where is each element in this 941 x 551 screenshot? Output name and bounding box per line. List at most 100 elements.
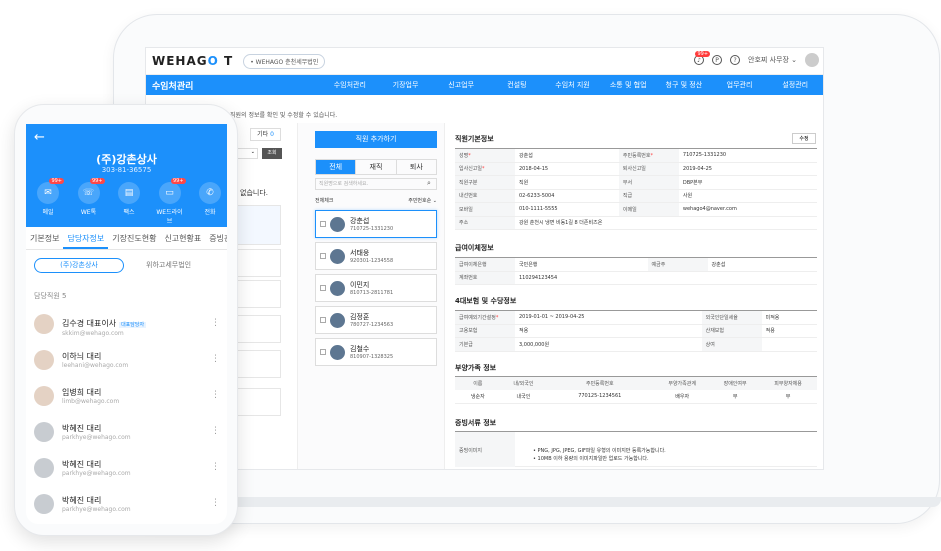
search-icon[interactable]: ⌕ — [427, 179, 431, 188]
add-staff-button[interactable]: 직원 추가하기 — [315, 131, 437, 148]
checkbox[interactable] — [320, 349, 326, 355]
tab-resigned[interactable]: 퇴사 — [397, 160, 436, 174]
field-label: 급여예외기간설정 — [455, 310, 515, 325]
staff-count: 담당직원 5 — [34, 292, 67, 300]
table-cell: 내국인 — [500, 389, 547, 404]
more-icon[interactable]: ⋮ — [211, 318, 220, 328]
tab-manager[interactable]: 담당자정보 — [63, 230, 109, 249]
contact-email: parkhye@wehago.com — [62, 470, 131, 477]
phone-top — [26, 124, 227, 136]
nav-item[interactable]: 소통 및 협업 — [600, 80, 656, 90]
field-label: 예금주 — [647, 257, 708, 272]
staff-rrn: 920301-1234558 — [350, 258, 394, 264]
field-value: 적용 — [515, 324, 702, 338]
field-value: 710725-1331230 — [678, 148, 817, 163]
field-label: 모바일 — [455, 202, 515, 217]
p-icon[interactable]: P — [712, 55, 723, 65]
checkbox[interactable] — [320, 285, 326, 291]
field-value: 국민은행 — [515, 257, 648, 272]
contact-email: parkhye@wehago.com — [62, 434, 131, 441]
tab-all[interactable]: 전체 — [316, 160, 357, 174]
phone-button[interactable]: ✆ 전화 — [196, 182, 224, 225]
staff-photo — [330, 312, 345, 328]
fax-button[interactable]: ▤ 팩스 — [115, 182, 143, 225]
nav-item[interactable]: 수임처 지원 — [545, 80, 601, 90]
bell-icon[interactable]: ♪ 99+ — [694, 51, 711, 65]
staff-item[interactable]: 이민지 810713-2811781 — [315, 274, 437, 302]
help-icon[interactable]: ? — [730, 55, 741, 65]
staff-item[interactable]: 김정훈 780727-1234563 — [315, 306, 437, 334]
phone-screen: ← (주)강촌상사 303-81-36575 ✉ 99+ 메일 ☏ 99+ WE톡 ▤ 팩… — [26, 124, 227, 524]
company-selector[interactable]: • WEHAGO 춘천세무법인 — [243, 53, 326, 69]
tab-evidence[interactable]: 증빙관 — [205, 230, 227, 249]
contact-row[interactable]: 김수경 대표이사 대표담당자 skkim@wehago.com ⋮ — [34, 306, 220, 342]
sort-select[interactable]: 주민번호순 ⌄ — [408, 197, 437, 204]
tab-progress[interactable]: 기장진도현황 — [108, 230, 160, 249]
field-value: 적용 — [761, 324, 817, 338]
contact-name: 박혜진 대리 — [62, 424, 102, 433]
doc-note: • 10MB 이하 용량의 이미지파일만 업로드 가능합니다. — [533, 456, 649, 462]
contact-row[interactable]: 박혜진 대리 parkhye@wehago.com ⋮ — [34, 486, 220, 522]
we-talk-button[interactable]: ☏ 99+ WE톡 — [75, 178, 105, 225]
nav-item[interactable]: 기장업무 — [378, 80, 434, 90]
user-name[interactable]: 안호찌 사무장 ⌄ — [748, 55, 797, 65]
staff-item[interactable]: 서태웅 920301-1234558 — [315, 242, 437, 270]
nav-item[interactable]: 설정관리 — [767, 80, 823, 90]
contact-email: parkhye@wehago.com — [62, 506, 131, 513]
contact-row[interactable]: 박혜진 대리 parkhye@wehago.com ⋮ — [34, 450, 220, 486]
mail-button[interactable]: ✉ 99+ 메일 — [34, 178, 64, 225]
staff-item[interactable]: 김철수 810907-1328325 — [315, 338, 437, 366]
staff-item[interactable]: 강춘섭 710725-1331230 — [315, 210, 437, 238]
nav-item[interactable]: 수임처관리 — [322, 80, 378, 90]
list-box — [237, 315, 281, 343]
primary-badge: 대표담당자 — [119, 322, 147, 328]
staff-search-input[interactable]: 직원명으로 검색하세요. — [315, 178, 437, 190]
nav-item[interactable]: 컨설팅 — [489, 80, 545, 90]
field-value: 강원 춘천시 냉면 비동1길 8 더존비즈온 — [515, 216, 817, 230]
phone-tabs: 기본정보 담당자정보 기장진도현황 신고현황표 증빙관 — [26, 230, 227, 250]
checkbox[interactable] — [320, 317, 326, 323]
page-title: 수임처관리 — [152, 81, 194, 92]
field-label: 고용보험 — [455, 324, 515, 338]
nav-item[interactable]: 신고업무 — [433, 80, 489, 90]
edit-button[interactable]: 수정 — [792, 133, 816, 144]
avatar — [34, 494, 54, 514]
we-drive-button[interactable]: ▭ 99+ WE드라이브 — [156, 178, 186, 225]
staff-rrn: 810907-1328325 — [350, 354, 394, 360]
checkbox[interactable] — [320, 221, 326, 227]
column-header: 피부양자체용 — [759, 376, 817, 390]
field-label: 직급 — [618, 189, 679, 203]
filter-tab-other[interactable]: 기타 0 — [250, 128, 281, 141]
contact-row[interactable]: 박혜진 대리 parkhye@wehago.com ⋮ — [34, 414, 220, 450]
tab-employed[interactable]: 재직 — [356, 160, 397, 174]
avatar[interactable] — [805, 53, 819, 67]
checkbox[interactable] — [320, 253, 326, 259]
tab-basic[interactable]: 기본정보 — [26, 230, 63, 249]
section-title: 4대보험 및 수당정보 — [455, 297, 517, 305]
staff-photo — [330, 280, 345, 296]
contact-row[interactable]: 이하늬 대리 leehani@wehago.com ⋮ — [34, 342, 220, 378]
column-header: 장애인여부 — [711, 376, 760, 390]
more-icon[interactable]: ⋮ — [211, 354, 220, 364]
firm-toggle[interactable]: 위하고세무법인 — [146, 260, 191, 270]
section-title: 급여이체정보 — [455, 244, 494, 252]
select-all-checkbox[interactable]: 전체체크 — [315, 197, 333, 204]
top-bar: WEHAGO T • WEHAGO 춘천세무법인 ♪ 99+ P ? 안호찌 사무… — [146, 48, 823, 75]
contact-name: 이하늬 대리 — [62, 352, 102, 361]
contact-row[interactable]: 임병희 대리 limb@wehago.com ⋮ — [34, 378, 220, 414]
more-icon[interactable]: ⋮ — [211, 498, 220, 508]
tab-report[interactable]: 신고현황표 — [160, 230, 205, 249]
more-icon[interactable]: ⋮ — [211, 390, 220, 400]
more-icon[interactable]: ⋮ — [211, 462, 220, 472]
mail-icon: ✉ — [37, 182, 59, 204]
wehago-logo[interactable]: WEHAGO T — [152, 54, 233, 68]
field-value: wehago4@naver.com — [678, 202, 817, 217]
nav-item[interactable]: 업무관리 — [712, 80, 768, 90]
more-icon[interactable]: ⋮ — [211, 426, 220, 436]
filter-select[interactable]: ⌄ — [235, 148, 258, 159]
contact-email: skkim@wehago.com — [62, 330, 124, 337]
search-button[interactable]: 조회 — [262, 148, 282, 159]
field-label: 부서 — [618, 175, 679, 190]
company-toggle[interactable]: (주)강촌상사 — [34, 258, 124, 273]
nav-item[interactable]: 청구 및 정산 — [656, 80, 712, 90]
